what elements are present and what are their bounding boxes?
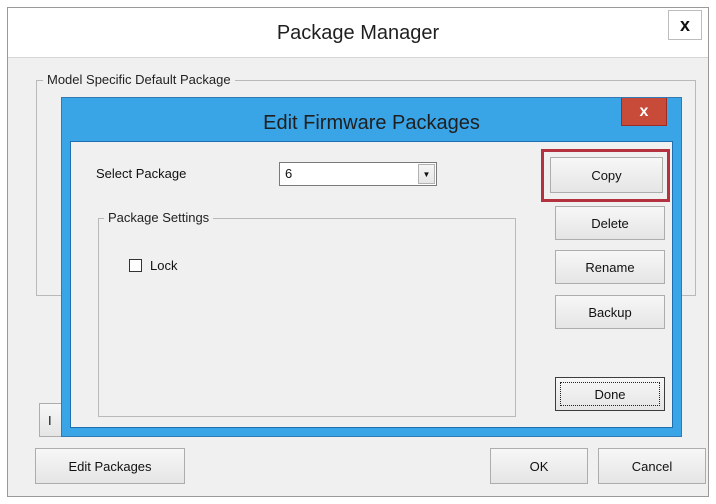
cancel-button[interactable]: Cancel bbox=[598, 448, 706, 484]
lock-label: Lock bbox=[150, 258, 178, 273]
lock-checkbox[interactable] bbox=[129, 259, 142, 272]
lock-checkbox-row[interactable]: Lock bbox=[129, 258, 177, 273]
select-package-dropdown[interactable]: 6 ▼ bbox=[279, 162, 437, 186]
ok-button[interactable]: OK bbox=[490, 448, 588, 484]
close-button[interactable]: x bbox=[668, 10, 702, 40]
package-manager-titlebar: Package Manager x bbox=[8, 8, 708, 58]
dropdown-toggle[interactable]: ▼ bbox=[418, 164, 435, 184]
select-package-value: 6 bbox=[285, 166, 293, 181]
model-group-label: Model Specific Default Package bbox=[43, 72, 235, 87]
dialog-body: Select Package 6 ▼ Package Settings Lock… bbox=[70, 141, 673, 428]
close-icon: x bbox=[679, 14, 690, 35]
edit-packages-button[interactable]: Edit Packages bbox=[35, 448, 185, 484]
delete-button[interactable]: Delete bbox=[555, 206, 665, 240]
done-button[interactable]: Done bbox=[555, 377, 665, 411]
select-package-label: Select Package bbox=[96, 166, 187, 181]
chevron-down-icon: ▼ bbox=[422, 169, 431, 179]
partially-hidden-button-label: I bbox=[48, 412, 52, 428]
copy-button[interactable]: Copy bbox=[550, 157, 663, 193]
edit-firmware-packages-dialog: Edit Firmware Packages x Select Package … bbox=[61, 97, 682, 437]
package-manager-window: Package Manager x Model Specific Default… bbox=[7, 7, 709, 497]
backup-button[interactable]: Backup bbox=[555, 295, 665, 329]
package-settings-label: Package Settings bbox=[104, 210, 214, 225]
rename-button[interactable]: Rename bbox=[555, 250, 665, 284]
close-icon: x bbox=[639, 102, 649, 120]
package-settings-group: Package Settings Lock bbox=[98, 210, 516, 417]
window-title: Package Manager bbox=[276, 22, 440, 44]
dialog-title: Edit Firmware Packages bbox=[263, 112, 480, 134]
dialog-close-button[interactable]: x bbox=[621, 98, 667, 126]
